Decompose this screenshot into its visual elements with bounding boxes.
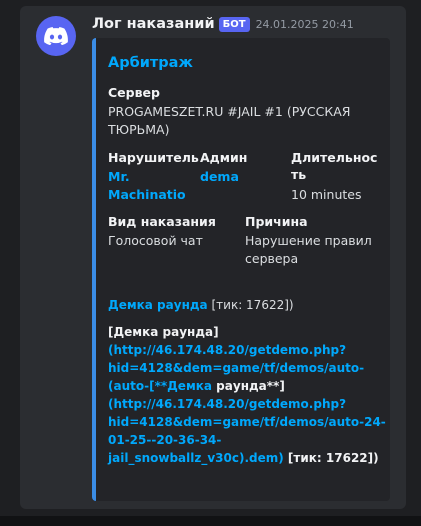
embed-title[interactable]: Арбитраж	[108, 55, 193, 71]
message-timestamp[interactable]: 24.01.2025 20:41	[256, 18, 354, 31]
desc-link-line-8[interactable]: jail_snowballz_v30c).dem)	[108, 451, 284, 465]
next-message-edge	[0, 516, 421, 526]
desc-link-line-4[interactable]: (auto-[**Демка	[108, 379, 212, 393]
embed-description: [Демка раунда] (http://46.174.48.20/getd…	[108, 323, 388, 467]
field-admin-value[interactable]: dema	[200, 168, 239, 186]
bot-avatar[interactable]	[36, 16, 76, 56]
field-reason-value-line2: сервера	[245, 251, 299, 266]
field-admin-name: Админ	[200, 150, 248, 165]
field-punishment-value: Голосовой чат	[108, 233, 203, 248]
desc-link-line-5[interactable]: (http://46.174.48.20/getdemo.php?	[108, 395, 388, 413]
desc-link-line-3[interactable]: hid=4128&dem=game/tf/demos/auto-	[108, 359, 388, 377]
field-punishment-name: Вид наказания	[108, 214, 216, 229]
field-violator-name: Нарушитель	[108, 150, 199, 165]
desc-link-line-6[interactable]: hid=4128&dem=game/tf/demos/auto-24-	[108, 413, 388, 431]
desc-text-line-4: раунда**]	[212, 379, 285, 393]
field-server-name: Сервер	[108, 85, 160, 100]
demo-tick-text: [тик: 17622])	[207, 298, 294, 312]
field-reason-value-line1: Нарушение правил	[245, 233, 372, 248]
author-name[interactable]: Лог наказаний	[92, 16, 215, 32]
field-duration-name-line2: ть	[291, 167, 307, 182]
field-server-value: PROGAMESZET.RU #JAIL #1 (РУССКАЯ ТЮРЬМА)	[108, 104, 351, 137]
field-reason-name: Причина	[245, 214, 308, 229]
field-duration-name-line1: Длительнос	[291, 150, 378, 165]
discord-logo-icon	[44, 27, 68, 45]
desc-line-4: (auto-[**Демка раунда**]	[108, 377, 388, 395]
bot-badge: БОТ	[218, 16, 250, 32]
demo-line: Демка раунда [тик: 17622])	[108, 296, 294, 314]
field-duration-value: 10 minutes	[291, 187, 362, 202]
desc-link-line-2[interactable]: (http://46.174.48.20/getdemo.php?	[108, 341, 388, 359]
message-header: Лог наказаний БОТ 24.01.2025 20:41	[92, 14, 354, 34]
desc-text-line-8: [тик: 17622])	[283, 451, 379, 465]
embed-card: Арбитраж Сервер PROGAMESZET.RU #JAIL #1 …	[92, 38, 390, 501]
desc-line-8: jail_snowballz_v30c).dem) [тик: 17622])	[108, 449, 388, 467]
desc-line-1: [Демка раунда]	[108, 325, 219, 339]
field-violator-value-line2[interactable]: Machinatio	[108, 186, 186, 204]
demo-link[interactable]: Демка раунда	[108, 298, 208, 312]
field-violator-value-line1[interactable]: Mr.	[108, 168, 130, 186]
desc-link-line-7[interactable]: 01-25--20-36-34-	[108, 431, 388, 449]
